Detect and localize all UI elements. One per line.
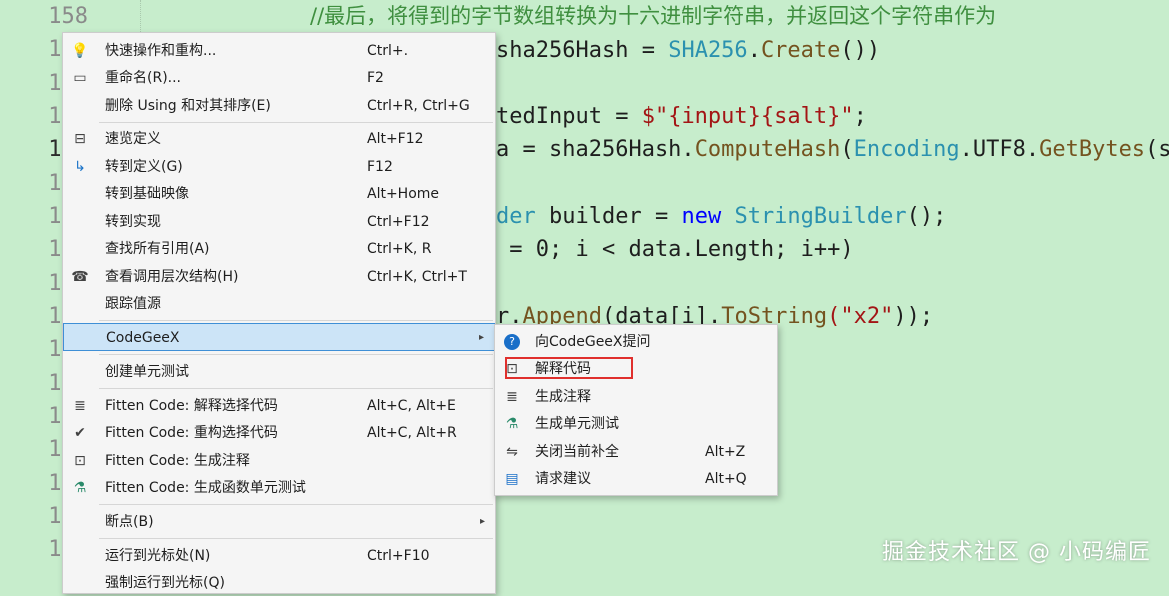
code-comment: //最后，将得到的字节数组转换为十六进制字符串，并返回这个字符串作为 (310, 4, 997, 28)
call-hierarchy-icon: ☎ (71, 269, 89, 285)
chevron-right-icon: ▸ (479, 516, 485, 527)
menu-item-remove-usings[interactable]: 删除 Using 和对其排序(E) Ctrl+R, Ctrl+G (63, 93, 495, 119)
code-line: der builder = new StringBuilder(); (496, 204, 947, 229)
menu-separator (99, 354, 493, 355)
menu-item-codegeex[interactable]: CodeGeeX ▸ (63, 323, 495, 351)
chevron-right-icon: ▸ (478, 332, 484, 343)
comment-icon: ≣ (506, 389, 518, 405)
unit-test-icon: ⚗ (505, 416, 519, 432)
rename-icon: ▭ (73, 70, 87, 86)
menu-item-breakpoint[interactable]: 断点(B) ▸ (63, 509, 495, 535)
submenu-item-close-completion[interactable]: ⇋ 关闭当前补全 Alt+Z (495, 439, 777, 465)
menu-separator (99, 320, 493, 321)
goto-definition-icon: ↳ (74, 159, 86, 175)
flask-icon: ⚗ (73, 480, 87, 496)
code-line: tedInput = $"{input}{salt}"; (496, 104, 867, 129)
menu-separator (99, 122, 493, 123)
submenu-item-explain-code[interactable]: ⊡ 解释代码 (495, 356, 777, 382)
menu-item-run-to-cursor[interactable]: 运行到光标处(N) Ctrl+F10 (63, 543, 495, 569)
context-menu: 💡 快速操作和重构... Ctrl+. ▭ 重命名(R)... F2 删除 Us… (62, 32, 496, 594)
suggest-icon: ▤ (505, 471, 519, 487)
submenu-item-request-suggestion[interactable]: ▤ 请求建议 Alt+Q (495, 466, 777, 492)
close-completion-icon: ⇋ (506, 444, 518, 460)
menu-item-goto-base[interactable]: 转到基础映像 Alt+Home (63, 181, 495, 207)
menu-item-rename[interactable]: ▭ 重命名(R)... F2 (63, 65, 495, 91)
refactor-code-icon: ✔ (74, 425, 86, 441)
code-line: = 0; i < data.Length; i++) (496, 237, 854, 262)
watermark: 掘金技术社区 @ 小码编匠 (882, 540, 1151, 565)
menu-item-goto-implementation[interactable]: 转到实现 Ctrl+F12 (63, 209, 495, 235)
peek-definition-icon: ⊟ (74, 131, 86, 147)
explain-icon: ⊡ (506, 361, 518, 377)
submenu-item-generate-comment[interactable]: ≣ 生成注释 (495, 384, 777, 410)
menu-separator (99, 538, 493, 539)
comment-icon: ⊡ (74, 453, 86, 469)
menu-item-force-run-to-cursor[interactable]: 强制运行到光标(Q) (63, 570, 495, 596)
menu-separator (99, 388, 493, 389)
menu-item-fitten-explain[interactable]: ≣ Fitten Code: 解释选择代码 Alt+C, Alt+E (63, 393, 495, 419)
code-line: a = sha256Hash.ComputeHash(Encoding.UTF8… (496, 137, 1169, 162)
submenu-item-ask-codegeex[interactable]: ? 向CodeGeeX提问 (495, 329, 777, 355)
menu-item-fitten-comment[interactable]: ⊡ Fitten Code: 生成注释 (63, 448, 495, 474)
lightbulb-icon: 💡 (71, 43, 89, 59)
menu-item-create-unit-tests[interactable]: 创建单元测试 (63, 359, 495, 385)
code-line: sha256Hash = SHA256.Create()) (496, 38, 881, 63)
question-icon: ? (504, 334, 520, 350)
menu-item-fitten-refactor[interactable]: ✔ Fitten Code: 重构选择代码 Alt+C, Alt+R (63, 420, 495, 446)
line-number: 158 (48, 4, 88, 29)
menu-item-fitten-unit-test[interactable]: ⚗ Fitten Code: 生成函数单元测试 (63, 475, 495, 501)
explain-code-icon: ≣ (74, 398, 86, 414)
codegeex-submenu: ? 向CodeGeeX提问 ⊡ 解释代码 ≣ 生成注释 ⚗ 生成单元测试 ⇋ 关… (494, 324, 778, 496)
submenu-item-generate-unit-test[interactable]: ⚗ 生成单元测试 (495, 411, 777, 437)
menu-separator (99, 504, 493, 505)
menu-item-peek-definition[interactable]: ⊟ 速览定义 Alt+F12 (63, 126, 495, 152)
menu-item-goto-definition[interactable]: ↳ 转到定义(G) F12 (63, 154, 495, 180)
menu-item-quick-actions[interactable]: 💡 快速操作和重构... Ctrl+. (63, 38, 495, 64)
menu-item-track-value-source[interactable]: 跟踪值源 (63, 291, 495, 317)
menu-item-find-references[interactable]: 查找所有引用(A) Ctrl+K, R (63, 236, 495, 262)
menu-item-call-hierarchy[interactable]: ☎ 查看调用层次结构(H) Ctrl+K, Ctrl+T (63, 264, 495, 290)
